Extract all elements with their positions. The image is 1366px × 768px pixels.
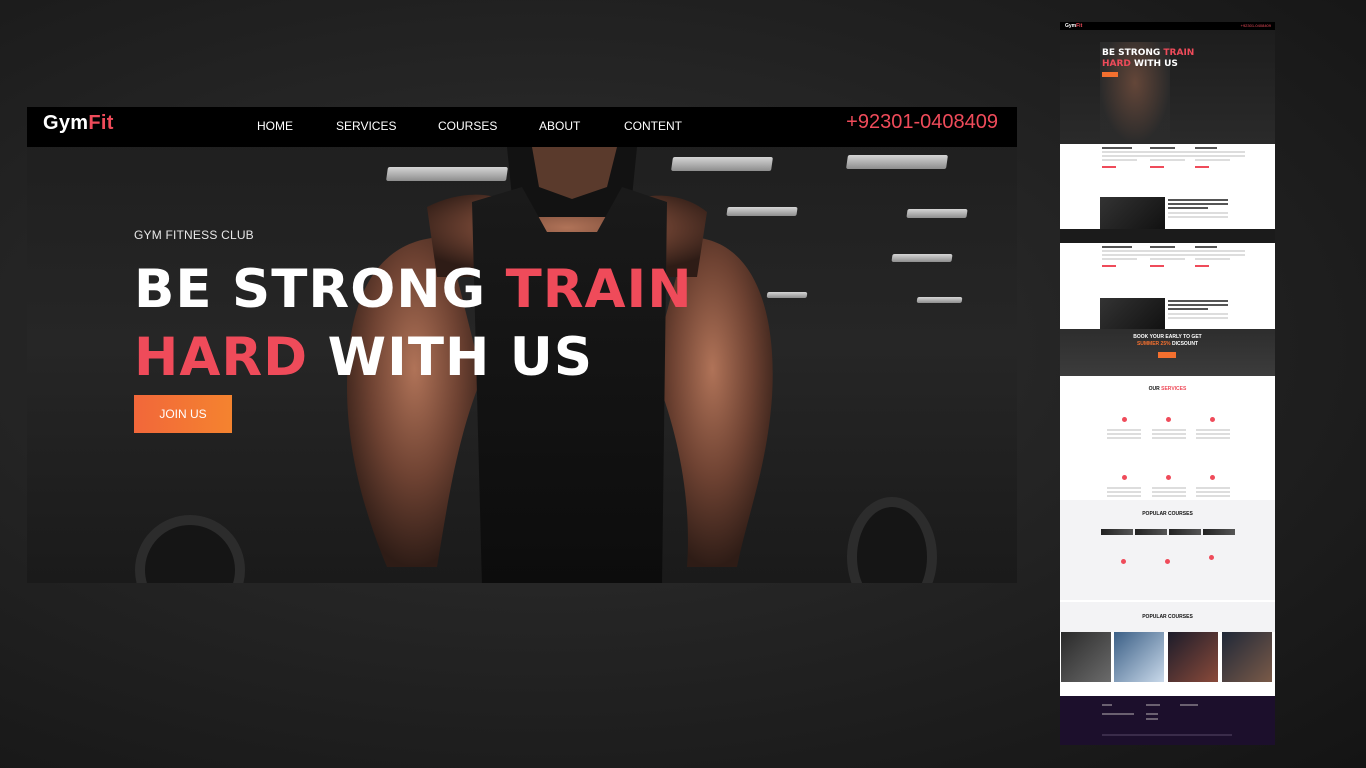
headline-be-strong: BE STRONG (134, 259, 506, 320)
mini-headline: BE STRONG TRAIN HARD WITH US (1102, 48, 1194, 70)
mini-hero: GymFit +92301-0408409 BE STRONG TRAIN HA… (1060, 22, 1275, 144)
service-text (1152, 429, 1186, 441)
mini-headline-part: TRAIN (1163, 48, 1195, 58)
footer-line (1102, 734, 1232, 736)
mini-dark-band (1060, 229, 1275, 243)
service-icon (1166, 475, 1171, 480)
mini-courses-title-2: POPULAR COURSES (1142, 614, 1193, 620)
mini-headline-part: WITH US (1130, 59, 1178, 69)
headline-with-us: WITH US (308, 327, 593, 388)
service-icon (1210, 475, 1215, 480)
mini-split-text (1168, 199, 1228, 220)
footer-line (1102, 713, 1134, 715)
service-text (1107, 487, 1141, 499)
service-icon (1121, 559, 1126, 564)
service-text (1196, 487, 1230, 499)
footer-line (1146, 704, 1160, 706)
mini-feature-col (1150, 246, 1200, 269)
mini-promo-highlight: SUMMER 25% (1136, 341, 1171, 347)
mini-headline-part: HARD (1102, 59, 1131, 69)
mini-features-block (1060, 144, 1275, 199)
mini-services-title: OUR SERVICES (1060, 386, 1275, 392)
nav-link-content[interactable]: CONTENT (624, 119, 682, 133)
mini-services-title-part: OUR (1148, 386, 1162, 392)
mini-feature-col (1102, 147, 1152, 170)
service-icon (1165, 559, 1170, 564)
mini-promo-text: BOOK YOUR EARLY TO GET SUMMER 25% DICSOU… (1060, 334, 1275, 348)
mini-feature-col (1195, 246, 1245, 269)
mini-courses-title: POPULAR COURSES (1142, 511, 1193, 517)
course-photo (1222, 632, 1272, 682)
course-thumb (1203, 529, 1235, 535)
mini-feature-col (1150, 147, 1200, 170)
service-icon (1210, 417, 1215, 422)
mini-services-title-part: SERVICES (1161, 386, 1187, 392)
mini-promo-banner: BOOK YOUR EARLY TO GET SUMMER 25% DICSOU… (1060, 329, 1275, 376)
mini-split-section (1060, 298, 1275, 330)
footer-line (1180, 704, 1198, 706)
service-icon (1209, 555, 1214, 560)
logo-text-gym: Gym (43, 112, 89, 134)
service-icon (1122, 417, 1127, 422)
gymfit-logo[interactable]: GymFit (43, 112, 114, 135)
course-thumb (1169, 529, 1201, 535)
footer-line (1146, 713, 1158, 715)
mini-promo-button (1158, 352, 1176, 358)
course-photo (1061, 632, 1111, 682)
course-photo (1168, 632, 1218, 682)
mini-split-section (1060, 197, 1275, 229)
nav-link-home[interactable]: HOME (257, 119, 293, 133)
mini-promo-line: DICSOUNT (1170, 341, 1199, 347)
service-text (1152, 487, 1186, 499)
mini-headline-part: BE STRONG (1102, 48, 1164, 58)
footer-line (1146, 718, 1158, 720)
footer-line (1102, 704, 1112, 706)
nav-link-about[interactable]: ABOUT (539, 119, 580, 133)
service-icon (1166, 417, 1171, 422)
mini-feature-col (1102, 246, 1152, 269)
service-icon (1122, 475, 1127, 480)
mini-logo: GymFit (1065, 23, 1082, 29)
headline-train: TRAIN (505, 259, 693, 320)
service-text (1107, 429, 1141, 441)
hero-headline: BE STRONG TRAIN HARD WITH US (134, 256, 693, 392)
mini-split-image (1100, 197, 1165, 229)
course-thumb (1101, 529, 1133, 535)
mini-promo-line: BOOK YOUR EARLY TO GET (1133, 334, 1202, 340)
hero-eyebrow: GYM FITNESS CLUB (134, 228, 254, 242)
service-text (1196, 429, 1230, 441)
mini-logo-gym: Gym (1065, 23, 1077, 29)
mini-split-image (1100, 298, 1165, 330)
mini-features-block (1060, 243, 1275, 298)
course-thumb (1135, 529, 1167, 535)
mini-split-text (1168, 300, 1228, 321)
phone-number[interactable]: +92301-0408409 (846, 111, 998, 134)
join-us-button[interactable]: JOIN US (134, 395, 232, 433)
mini-phone: +92301-0408409 (1240, 23, 1271, 28)
website-preview-main: GymFit HOME SERVICES COURSES ABOUT CONTE… (27, 107, 1017, 583)
mini-feature-col (1195, 147, 1245, 170)
logo-text-fit: Fit (88, 112, 114, 134)
nav-link-courses[interactable]: COURSES (438, 119, 497, 133)
mini-join-button (1102, 72, 1118, 77)
mini-logo-fit: Fit (1076, 23, 1083, 29)
top-navigation: GymFit HOME SERVICES COURSES ABOUT CONTE… (27, 107, 1017, 147)
website-preview-full-page: GymFit +92301-0408409 BE STRONG TRAIN HA… (1060, 22, 1275, 745)
mini-footer (1060, 696, 1275, 745)
headline-hard: HARD (134, 327, 309, 388)
nav-link-services[interactable]: SERVICES (336, 119, 396, 133)
mini-nav: GymFit +92301-0408409 (1060, 22, 1275, 30)
course-photo (1114, 632, 1164, 682)
